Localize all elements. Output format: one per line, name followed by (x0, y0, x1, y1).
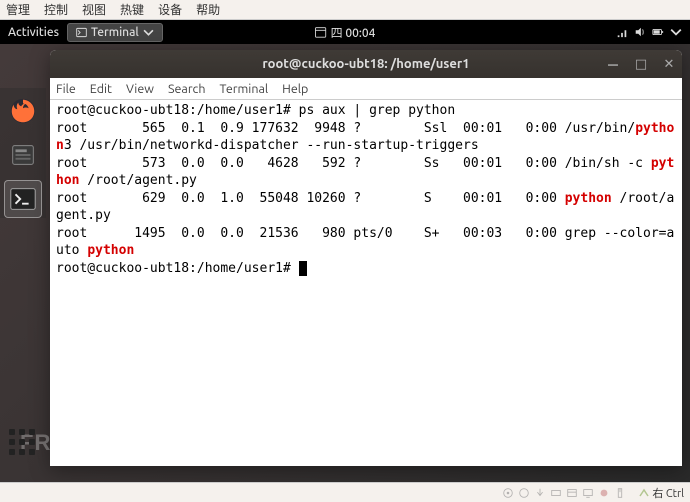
menu-file[interactable]: File (56, 82, 76, 96)
vbox-menu-view[interactable]: 视图 (82, 1, 106, 18)
net-icon (550, 487, 562, 499)
desktop-area: root@cuckoo-ubt18: /home/user1 － □ ✕ Fil… (0, 44, 690, 482)
firefox-icon (8, 96, 38, 126)
network-icon (616, 26, 628, 38)
activities-button[interactable]: Activities (8, 26, 59, 39)
menu-search[interactable]: Search (168, 82, 206, 96)
dock-item-files[interactable] (4, 136, 42, 174)
minimize-button[interactable]: － (606, 55, 620, 74)
terminal-icon (8, 184, 38, 214)
window-titlebar[interactable]: root@cuckoo-ubt18: /home/user1 － □ ✕ (50, 50, 682, 78)
vbox-menu-devices[interactable]: 设备 (158, 1, 182, 18)
cd-icon (518, 487, 530, 499)
gnome-top-bar: Activities Terminal 四 00:04 (0, 20, 690, 44)
mouse-icon (614, 487, 626, 499)
hd-icon (502, 487, 514, 499)
app-menu-label: Terminal (91, 26, 139, 39)
vbox-menu-help[interactable]: 帮助 (196, 1, 220, 18)
menu-help[interactable]: Help (282, 82, 308, 96)
host-key-indicator: 右 Ctrl (638, 485, 684, 501)
menu-edit[interactable]: Edit (90, 82, 112, 96)
battery-icon (652, 26, 664, 38)
maximize-button[interactable]: □ (634, 57, 648, 72)
show-applications-button[interactable] (6, 426, 38, 458)
virtualbox-status-bar: 右 Ctrl (0, 482, 690, 502)
volume-icon (634, 26, 646, 38)
terminal-window: root@cuckoo-ubt18: /home/user1 － □ ✕ Fil… (50, 50, 682, 466)
launcher-dock (0, 88, 46, 218)
close-button[interactable]: ✕ (662, 57, 676, 72)
shared-icon (566, 487, 578, 499)
virtualbox-host-menubar: 管理 控制 视图 热键 设备 帮助 (0, 0, 690, 20)
files-icon (8, 140, 38, 170)
vbox-menu-control[interactable]: 控制 (44, 1, 68, 18)
usb-icon (534, 487, 546, 499)
dock-item-firefox[interactable] (4, 92, 42, 130)
chevron-down-icon (670, 26, 682, 38)
clock-label: 四 00:04 (331, 24, 376, 41)
rec-icon (598, 487, 610, 499)
terminal-menubar: File Edit View Search Terminal Help (50, 78, 682, 100)
window-title: root@cuckoo-ubt18: /home/user1 (262, 57, 469, 71)
chevron-down-icon (143, 27, 154, 38)
app-menu-terminal[interactable]: Terminal (67, 23, 163, 42)
vbox-menu-hotkeys[interactable]: 热键 (120, 1, 144, 18)
vbox-menu-manage[interactable]: 管理 (6, 1, 30, 18)
clock[interactable]: 四 00:04 (315, 24, 376, 41)
terminal-output[interactable]: root@cuckoo-ubt18:/home/user1# ps aux | … (50, 100, 682, 466)
dock-item-terminal[interactable] (4, 180, 42, 218)
menu-view[interactable]: View (126, 82, 154, 96)
calendar-icon (315, 26, 327, 38)
menu-terminal[interactable]: Terminal (220, 82, 269, 96)
terminal-icon (76, 27, 87, 38)
display-icon (582, 487, 594, 499)
system-status-area[interactable] (616, 26, 682, 38)
